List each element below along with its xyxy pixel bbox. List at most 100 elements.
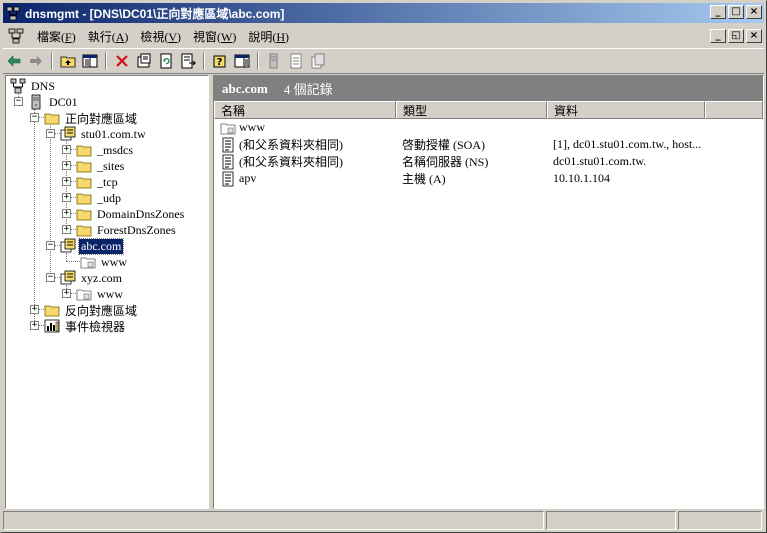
folder-icon — [44, 113, 60, 125]
tree-node-tcp[interactable]: _tcp — [76, 174, 120, 190]
status-panel-3 — [678, 511, 762, 530]
show-hide-tree-icon[interactable] — [79, 50, 101, 72]
tree-label: xyz.com — [81, 270, 122, 285]
collapse-toggle[interactable]: − — [46, 129, 55, 138]
tree-node-msdcs[interactable]: _msdcs — [76, 142, 135, 158]
console-tree[interactable]: DNS − DC01 − 正向對應區域 − stu01.com.tw + _ms… — [5, 75, 209, 509]
collapse-toggle[interactable]: − — [30, 113, 39, 122]
expand-toggle[interactable]: + — [62, 145, 71, 154]
mdi-restore-button[interactable]: ◱ — [728, 29, 744, 43]
record-name: (和父系資料夾相同) — [239, 155, 343, 169]
folder-icon — [76, 161, 92, 173]
window-title: dnsmgmt - [DNS\DC01\正向對應區域\abc.com] — [25, 6, 285, 21]
tree-label: ForestDnsZones — [97, 222, 176, 237]
expand-toggle[interactable]: + — [62, 209, 71, 218]
list-item[interactable]: www — [214, 119, 763, 136]
delete-icon[interactable] — [111, 50, 133, 72]
tree-node-domaindnszones[interactable]: DomainDnsZones — [76, 206, 186, 222]
list-item[interactable]: apv 主機 (A) 10.10.1.104 — [214, 170, 763, 187]
tree-node-zone-xyz[interactable]: xyz.com — [60, 270, 124, 286]
list-item[interactable]: (和父系資料夾相同) 啓動授權 (SOA) [1], dc01.stu01.co… — [214, 136, 763, 153]
tree-node-sites[interactable]: _sites — [76, 158, 126, 174]
tree-label: 反向對應區域 — [65, 303, 138, 318]
minimize-button[interactable]: _ — [710, 5, 726, 19]
menu-bar: 檔案(F) 執行(A) 檢視(V) 視窗(W) 說明(H) _ ◱ × — [3, 25, 764, 47]
help-icon[interactable]: ? — [209, 50, 231, 72]
tree-node-udp[interactable]: _udp — [76, 190, 123, 206]
new-alias-icon[interactable] — [285, 50, 307, 72]
details-header: abc.com 4 個記錄 — [214, 76, 763, 101]
list-item[interactable]: (和父系資料夾相同) 名稱伺服器 (NS) dc01.stu01.com.tw. — [214, 153, 763, 170]
tree-node-zone-abc[interactable]: abc.com — [60, 237, 125, 255]
record-name: www — [239, 120, 265, 134]
expand-toggle[interactable]: + — [62, 161, 71, 170]
event-viewer-icon — [44, 319, 60, 333]
zone-icon — [60, 238, 76, 253]
up-level-icon[interactable] — [57, 50, 79, 72]
mmc-document-icon[interactable] — [7, 27, 25, 45]
server-icon — [31, 94, 41, 110]
tree-node-forestdnszones[interactable]: ForestDnsZones — [76, 222, 178, 238]
folder-icon — [76, 177, 92, 189]
record-icon — [222, 154, 234, 169]
close-button[interactable]: × — [746, 5, 762, 19]
record-list: www (和父系資料夾相同) 啓動授權 (SOA) [1], dc01.stu0… — [214, 119, 763, 187]
details-pane[interactable]: abc.com 4 個記錄 名稱 類型 資料 www (和父系資料夾相同) 啓動… — [213, 75, 764, 509]
column-header-name[interactable]: 名稱 — [214, 101, 396, 119]
zone-icon — [60, 126, 76, 141]
refresh-icon[interactable] — [155, 50, 177, 72]
tree-node-reverse-zones[interactable]: 反向對應區域 — [44, 302, 139, 318]
mdi-minimize-button[interactable]: _ — [710, 29, 726, 43]
collapse-toggle[interactable]: − — [46, 241, 55, 250]
show-hide-action-pane-icon[interactable] — [231, 50, 253, 72]
back-icon[interactable] — [3, 50, 25, 72]
tree-label-selected: abc.com — [77, 237, 125, 255]
title-bar[interactable]: dnsmgmt - [DNS\DC01\正向對應區域\abc.com] _ □ … — [3, 3, 764, 23]
menu-window[interactable]: 視窗(W) — [187, 28, 242, 45]
domain-folder-icon — [220, 123, 236, 134]
export-list-icon[interactable] — [177, 50, 199, 72]
column-header-type[interactable]: 類型 — [396, 101, 547, 119]
tree-node-forward-zones[interactable]: 正向對應區域 — [44, 110, 139, 126]
folder-icon — [44, 305, 60, 317]
domain-folder-icon — [76, 289, 92, 301]
toolbar: ? — [3, 48, 764, 74]
expand-toggle[interactable]: + — [62, 289, 71, 298]
collapse-toggle[interactable]: − — [14, 97, 23, 106]
menu-help[interactable]: 說明(H) — [242, 28, 295, 45]
expand-toggle[interactable]: + — [30, 321, 39, 330]
tree-label: DNS — [31, 78, 56, 93]
tree-label: _udp — [97, 190, 121, 205]
new-host-icon[interactable] — [263, 50, 285, 72]
tree-node-event-viewer[interactable]: 事件檢視器 — [44, 318, 127, 334]
tree-node-xyz-www[interactable]: www — [76, 286, 125, 302]
menu-file[interactable]: 檔案(F) — [31, 28, 82, 45]
tree-node-zone-stu01[interactable]: stu01.com.tw — [60, 126, 148, 142]
column-header-data[interactable]: 資料 — [547, 101, 705, 119]
mmc-window: dnsmgmt - [DNS\DC01\正向對應區域\abc.com] _ □ … — [0, 0, 767, 533]
folder-icon — [76, 145, 92, 157]
expand-toggle[interactable]: + — [62, 225, 71, 234]
expand-toggle[interactable]: + — [62, 193, 71, 202]
expand-toggle[interactable]: + — [62, 177, 71, 186]
mdi-close-button[interactable]: × — [746, 29, 762, 43]
tree-node-dc01[interactable]: DC01 — [28, 94, 80, 110]
details-record-count: 4 個記錄 — [283, 82, 333, 97]
tree-node-abc-www[interactable]: www — [80, 254, 129, 270]
record-data: dc01.stu01.com.tw. — [553, 154, 647, 168]
folder-icon — [76, 193, 92, 205]
toolbar-separator — [51, 52, 53, 70]
properties-icon[interactable] — [133, 50, 155, 72]
record-name: (和父系資料夾相同) — [239, 138, 343, 152]
tree-label: 正向對應區域 — [65, 111, 138, 126]
expand-toggle[interactable]: + — [30, 305, 39, 314]
tree-label: www — [101, 254, 127, 269]
tree-label: _sites — [97, 158, 125, 173]
new-mail-exchanger-icon[interactable] — [307, 50, 329, 72]
collapse-toggle[interactable]: − — [46, 273, 55, 282]
maximize-button[interactable]: □ — [728, 5, 744, 19]
menu-action[interactable]: 執行(A) — [82, 28, 135, 45]
tree-node-dns[interactable]: DNS — [10, 78, 57, 94]
menu-view[interactable]: 檢視(V) — [134, 28, 187, 45]
forward-icon[interactable] — [25, 50, 47, 72]
